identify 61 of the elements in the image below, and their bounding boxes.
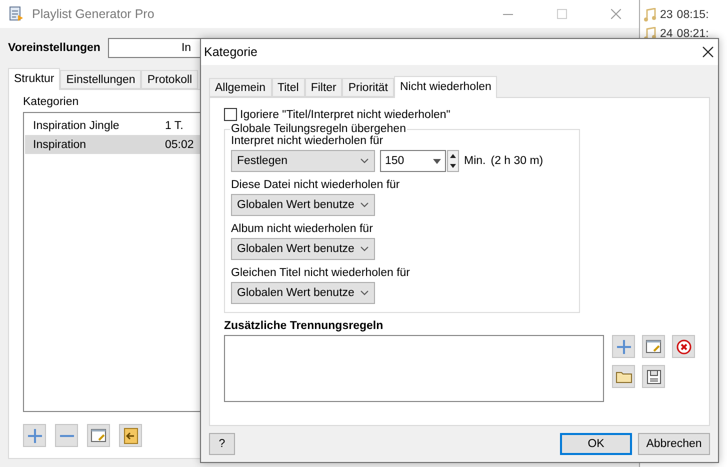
rule-select[interactable]: Globalen Wert benutze — [231, 282, 375, 304]
extra-rules-label: Zusätzliche Trennungsregeln — [224, 320, 384, 332]
tab[interactable]: Einstellungen — [60, 70, 142, 89]
chevron-down-icon — [360, 246, 369, 252]
chevron-down-icon — [360, 158, 369, 164]
music-note-icon — [644, 8, 656, 22]
categories-label: Kategorien — [23, 96, 80, 108]
spin-buttons[interactable] — [447, 150, 459, 172]
rule-label: Diese Datei nicht wiederholen für — [231, 179, 401, 191]
window-title: Playlist Generator Pro — [32, 7, 156, 21]
chevron-down-icon — [360, 202, 369, 208]
tab[interactable]: Priorität — [342, 78, 394, 97]
close-icon[interactable] — [702, 46, 714, 58]
edit-button[interactable] — [87, 424, 110, 447]
chevron-down-icon — [360, 290, 369, 296]
rule-label: Interpret nicht wiederholen für — [231, 135, 384, 147]
folder-icon — [616, 370, 632, 383]
tab[interactable]: Protokoll — [141, 70, 198, 89]
track-time: 08:21: — [676, 28, 709, 40]
cancel-button[interactable]: Abbrechen — [638, 433, 710, 455]
checkbox-label: Igoriere "Titel/Interpret nicht wiederholen" — [240, 108, 450, 120]
tab[interactable]: Titel — [272, 78, 305, 97]
plus-icon — [616, 340, 630, 354]
app-icon — [8, 6, 24, 22]
import-icon — [124, 428, 138, 444]
delete-button[interactable] — [672, 335, 695, 358]
preset-label: Voreinstellungen — [8, 42, 100, 54]
tab[interactable]: Filter — [304, 78, 342, 97]
add-button[interactable] — [612, 335, 635, 358]
save-button[interactable] — [642, 365, 665, 388]
tab[interactable]: Struktur — [8, 68, 60, 90]
edit-icon — [90, 428, 106, 442]
unit-label: Min. — [464, 155, 486, 167]
rule-select[interactable]: Globalen Wert benutze — [231, 194, 375, 216]
add-button[interactable] — [23, 424, 46, 447]
import-button[interactable] — [119, 424, 142, 447]
duration-label: (2 h 30 m) — [490, 155, 544, 167]
help-button[interactable]: ? — [209, 433, 235, 455]
track-number: 24 — [660, 28, 673, 40]
remove-button[interactable] — [55, 424, 78, 447]
edit-button[interactable] — [642, 335, 665, 358]
rule-label: Album nicht wiederholen für — [231, 223, 374, 235]
rule-select[interactable]: Globalen Wert benutze — [231, 238, 375, 260]
minus-icon — [60, 434, 74, 436]
ok-button[interactable]: OK — [560, 433, 632, 455]
plus-icon — [28, 428, 42, 442]
dialog-title: Kategorie — [204, 45, 258, 59]
group-title: Globale Teilungsregeln übergehen — [230, 123, 407, 135]
track-time: 08:15: — [676, 8, 709, 20]
rule-select[interactable]: Festlegen — [231, 150, 375, 172]
minutes-combo[interactable]: 150 — [380, 150, 446, 172]
tab[interactable]: Allgemein — [209, 78, 272, 97]
save-icon — [646, 370, 660, 384]
edit-icon — [646, 340, 662, 354]
open-folder-button[interactable] — [612, 365, 635, 388]
tab[interactable]: Nicht wiederholen — [394, 76, 498, 98]
rule-label: Gleichen Titel nicht wiederholen für — [231, 267, 411, 279]
dropdown-icon — [433, 158, 441, 164]
track-number: 23 — [660, 8, 673, 20]
delete-icon — [676, 338, 692, 354]
ignore-checkbox[interactable] — [224, 108, 237, 121]
